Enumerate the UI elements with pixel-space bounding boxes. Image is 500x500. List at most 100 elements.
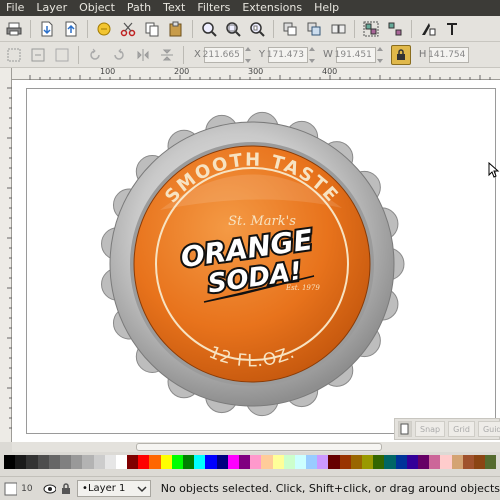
horizontal-scrollbar[interactable] — [12, 442, 500, 452]
color-swatch[interactable] — [15, 455, 27, 469]
menu-layer[interactable]: Layer — [30, 0, 73, 16]
color-swatch[interactable] — [183, 455, 195, 469]
color-swatch[interactable] — [283, 455, 295, 469]
clone-icon[interactable] — [304, 19, 324, 39]
deselect-icon[interactable] — [52, 45, 72, 65]
color-swatch[interactable] — [417, 455, 430, 469]
y-field[interactable]: 171.473 — [267, 46, 308, 63]
menu-filters[interactable]: Filters — [191, 0, 236, 16]
snap-toggle-icon[interactable] — [398, 421, 412, 437]
color-swatch[interactable] — [250, 455, 262, 469]
menu-file[interactable]: File — [0, 0, 30, 16]
lock-icon[interactable] — [390, 44, 411, 65]
vertical-ruler[interactable] — [0, 68, 12, 442]
h-field[interactable]: 141.754 — [428, 46, 470, 63]
import-icon[interactable] — [37, 19, 57, 39]
color-swatch[interactable] — [59, 455, 72, 469]
color-swatch[interactable] — [82, 455, 94, 469]
drawing-canvas[interactable]: SMOOTH TASTE St. Mark's ORANGE SODA! Est… — [12, 80, 500, 442]
color-swatch[interactable] — [429, 455, 441, 469]
menu-text[interactable]: Text — [157, 0, 191, 16]
color-swatch[interactable] — [149, 455, 161, 469]
select-all-icon[interactable] — [4, 45, 24, 65]
color-swatch[interactable] — [395, 455, 407, 469]
color-swatch[interactable] — [294, 455, 307, 469]
grid-button[interactable]: Grid — [448, 421, 475, 437]
color-swatch[interactable] — [4, 455, 16, 469]
color-swatch[interactable] — [328, 455, 340, 469]
color-swatch[interactable] — [238, 455, 251, 469]
flip-vertical-icon[interactable] — [157, 45, 177, 65]
menu-object[interactable]: Object — [73, 0, 121, 16]
color-swatch[interactable] — [71, 455, 83, 469]
zoom-page-icon[interactable] — [247, 19, 267, 39]
duplicate-icon[interactable] — [280, 19, 300, 39]
color-swatch[interactable] — [93, 455, 105, 469]
layer-visibility-eye-icon[interactable] — [43, 483, 56, 495]
color-swatch[interactable] — [104, 455, 116, 469]
copy-icon[interactable] — [142, 19, 162, 39]
y-spin-arrows[interactable] — [308, 46, 317, 63]
color-swatch[interactable] — [37, 455, 49, 469]
fill-indicator-icon — [4, 482, 18, 495]
zoom-selection-icon[interactable] — [199, 19, 219, 39]
color-swatch[interactable] — [485, 455, 497, 469]
color-swatch[interactable] — [317, 455, 329, 469]
bottle-cap-artwork[interactable]: SMOOTH TASTE St. Mark's ORANGE SODA! Est… — [12, 80, 500, 442]
color-swatch[interactable] — [205, 455, 217, 469]
w-field[interactable]: 191.451 — [335, 46, 376, 63]
undo-icon[interactable] — [94, 19, 114, 39]
color-swatch[interactable] — [306, 455, 318, 469]
w-spin-arrows[interactable] — [376, 46, 385, 63]
menu-help[interactable]: Help — [308, 0, 345, 16]
flip-horizontal-icon[interactable] — [133, 45, 153, 65]
color-swatch[interactable] — [160, 455, 172, 469]
cut-icon[interactable] — [118, 19, 138, 39]
color-swatch[interactable] — [26, 455, 38, 469]
menu-path[interactable]: Path — [121, 0, 157, 16]
ungroup-icon[interactable] — [385, 19, 405, 39]
rotate-ccw-icon[interactable] — [85, 45, 105, 65]
layer-lock-icon[interactable] — [60, 482, 71, 495]
color-swatch[interactable] — [451, 455, 463, 469]
color-swatch[interactable] — [350, 455, 362, 469]
fill-stroke-icon[interactable] — [418, 19, 438, 39]
color-swatch[interactable] — [406, 455, 418, 469]
color-swatch[interactable] — [362, 455, 374, 469]
print-icon[interactable] — [4, 19, 24, 39]
paste-icon[interactable] — [166, 19, 186, 39]
color-swatch[interactable] — [227, 455, 239, 469]
chevron-down-icon — [137, 486, 147, 493]
menu-extensions[interactable]: Extensions — [236, 0, 308, 16]
color-swatch[interactable] — [272, 455, 284, 469]
guide-button[interactable]: Guide — [477, 421, 500, 437]
color-swatch[interactable] — [127, 455, 139, 469]
color-swatch[interactable] — [440, 455, 452, 469]
select-all-layers-icon[interactable] — [28, 45, 48, 65]
group-icon[interactable] — [361, 19, 381, 39]
scrollbar-thumb[interactable] — [136, 443, 382, 451]
color-swatch[interactable] — [462, 455, 474, 469]
color-swatch[interactable] — [216, 455, 228, 469]
opacity-value[interactable]: 10 — [21, 484, 32, 494]
x-spin-arrows[interactable] — [244, 46, 253, 63]
text-font-icon[interactable] — [442, 19, 462, 39]
x-field[interactable]: 211.665 — [203, 46, 244, 63]
zoom-drawing-icon[interactable] — [223, 19, 243, 39]
snap-button[interactable]: Snap — [415, 421, 446, 437]
color-swatch[interactable] — [48, 455, 60, 469]
layer-dropdown[interactable]: •Layer 1 — [77, 480, 151, 497]
color-swatch[interactable] — [473, 455, 486, 469]
color-swatch[interactable] — [384, 455, 396, 469]
color-swatch[interactable] — [339, 455, 351, 469]
rotate-cw-icon[interactable] — [109, 45, 129, 65]
color-swatch[interactable] — [373, 455, 385, 469]
color-swatch[interactable] — [194, 455, 206, 469]
color-swatch[interactable] — [261, 455, 273, 469]
color-swatch[interactable] — [115, 455, 128, 469]
export-icon[interactable] — [61, 19, 81, 39]
color-swatch[interactable] — [138, 455, 150, 469]
horizontal-ruler[interactable]: 100 200 300 400 — [12, 67, 500, 80]
unlink-clone-icon[interactable] — [328, 19, 348, 39]
color-swatch[interactable] — [171, 455, 183, 469]
